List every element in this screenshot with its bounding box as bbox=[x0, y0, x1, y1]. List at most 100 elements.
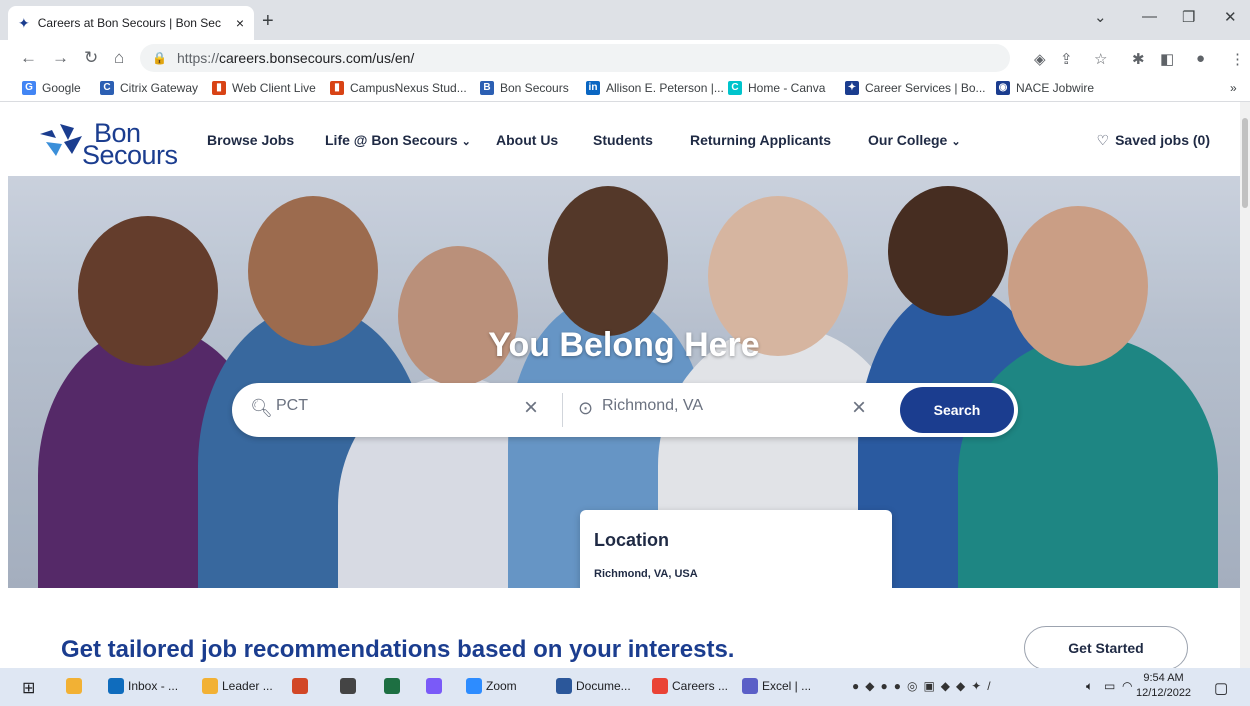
home-icon[interactable]: ⌂ bbox=[114, 48, 124, 68]
taskbar-app[interactable]: Leader ... bbox=[202, 678, 273, 694]
restore-icon[interactable]: ❐ bbox=[1182, 8, 1195, 26]
taskbar-app[interactable]: Excel | ... bbox=[742, 678, 811, 694]
taskbar-app[interactable]: Zoom bbox=[466, 678, 517, 694]
bookmark-item[interactable]: C Home - Canva bbox=[728, 81, 825, 95]
bookmark-item[interactable]: G Google bbox=[22, 81, 81, 95]
scrollbar-thumb[interactable] bbox=[1242, 118, 1248, 208]
taskbar-app[interactable]: Careers ... bbox=[652, 678, 728, 694]
google-icon: G bbox=[22, 81, 36, 95]
snip-icon bbox=[426, 678, 442, 694]
windows-start-icon[interactable]: ⊞ bbox=[22, 678, 35, 698]
citrix-icon: C bbox=[100, 81, 114, 95]
taskbar-app[interactable] bbox=[426, 678, 446, 694]
tab-careers[interactable]: ✦ Careers at Bon Secours | Bon Sec × bbox=[8, 6, 254, 40]
extension-icon[interactable]: ◈ bbox=[1034, 50, 1046, 68]
bookmark-item[interactable]: ▮ Web Client Live bbox=[212, 81, 316, 95]
share-icon[interactable]: ⇪ bbox=[1060, 50, 1073, 68]
powerpoint-icon bbox=[292, 678, 308, 694]
system-tray-icons[interactable]: ●◆●●◎▣◆◆✦/ bbox=[852, 679, 997, 693]
bookmark-label: CampusNexus Stud... bbox=[350, 81, 467, 95]
url-protocol: https:// bbox=[176, 50, 219, 66]
notifications-icon[interactable]: ▢ bbox=[1214, 679, 1228, 697]
mail-icon bbox=[202, 678, 218, 694]
location-input[interactable] bbox=[602, 397, 842, 415]
new-tab-button[interactable]: + bbox=[262, 10, 274, 33]
bookmark-item[interactable]: C Citrix Gateway bbox=[100, 81, 198, 95]
taskbar-app-label: Inbox - ... bbox=[128, 679, 179, 693]
taskbar-app[interactable]: Docume... bbox=[556, 678, 631, 694]
nace-icon: ◉ bbox=[996, 81, 1010, 95]
nav-item[interactable]: Students bbox=[593, 132, 653, 148]
nav-item[interactable]: About Us bbox=[496, 132, 558, 148]
side-panel-icon[interactable]: ◧ bbox=[1160, 50, 1174, 68]
reload-icon[interactable]: ↻ bbox=[84, 48, 98, 68]
taskbar-app[interactable] bbox=[340, 678, 360, 694]
teams-icon bbox=[742, 678, 758, 694]
close-window-icon[interactable]: ✕ bbox=[1224, 8, 1237, 26]
bookmark-item[interactable]: ✦ Career Services | Bo... bbox=[845, 81, 986, 95]
more-bookmarks-icon[interactable]: » bbox=[1230, 81, 1237, 95]
bonsecours-icon: ✦ bbox=[845, 81, 859, 95]
bookmark-item[interactable]: ▮ CampusNexus Stud... bbox=[330, 81, 467, 95]
bookmark-label: Home - Canva bbox=[748, 81, 826, 95]
clear-location-icon[interactable]: × bbox=[852, 394, 866, 422]
get-started-button[interactable]: Get Started bbox=[1024, 626, 1188, 668]
bookmark-label: Bon Secours bbox=[500, 81, 569, 95]
hero-banner: You Belong Here 🔍︎ × ⊙ × Search Location… bbox=[8, 176, 1240, 588]
lock-icon: 🔒 bbox=[152, 51, 167, 65]
volume-icon[interactable]: 🔈︎ bbox=[1086, 679, 1093, 694]
bonsecours-favicon-icon: ✦ bbox=[18, 14, 30, 31]
nav-item[interactable]: Life @ Bon Secours ⌄ bbox=[325, 132, 471, 148]
wifi-icon[interactable]: ◠ bbox=[1122, 679, 1132, 693]
nav-item-label: Returning Applicants bbox=[690, 132, 832, 148]
bookmark-label: NACE Jobwire bbox=[1016, 81, 1095, 95]
nav-item[interactable]: Browse Jobs bbox=[207, 132, 294, 148]
forward-icon[interactable]: → bbox=[52, 48, 69, 68]
heart-icon: ♡ bbox=[1096, 132, 1110, 148]
bookmark-label: Web Client Live bbox=[232, 81, 316, 95]
bars-icon: ▮ bbox=[330, 81, 344, 95]
tab-close-icon[interactable]: × bbox=[236, 15, 244, 31]
windows-taskbar: ⊞ Inbox - ... Leader ... Zoom Docume... Care… bbox=[0, 668, 1250, 706]
linkedin-icon: in bbox=[586, 81, 600, 95]
url-input[interactable]: 🔒 https:// careers.bonsecours.com/us/en/ bbox=[140, 44, 1010, 72]
outlook-icon bbox=[108, 678, 124, 694]
location-suggestion-item[interactable]: Richmond, VA, USA bbox=[594, 568, 698, 580]
suggestions-heading: Location bbox=[594, 530, 669, 550]
taskbar-app[interactable] bbox=[292, 678, 312, 694]
bookmark-star-icon[interactable]: ☆ bbox=[1094, 50, 1107, 68]
nav-item-label: About Us bbox=[496, 132, 559, 148]
file-explorer-icon bbox=[66, 678, 82, 694]
nav-item[interactable]: Our College ⌄ bbox=[868, 132, 961, 148]
extensions-puzzle-icon[interactable]: ✱ bbox=[1132, 50, 1145, 68]
clock-time: 9:54 AM bbox=[1143, 672, 1184, 684]
bookmark-item[interactable]: B Bon Secours bbox=[480, 81, 569, 95]
taskbar-app[interactable]: Inbox - ... bbox=[108, 678, 178, 694]
bookmark-item[interactable]: ◉ NACE Jobwire bbox=[996, 81, 1094, 95]
clock-date: 12/12/2022 bbox=[1136, 687, 1192, 699]
menu-kebab-icon[interactable]: ⋮ bbox=[1230, 50, 1245, 68]
tab-search-chevron-icon[interactable]: ⌄ bbox=[1094, 8, 1107, 26]
keyword-input[interactable] bbox=[276, 397, 516, 415]
taskbar-app[interactable] bbox=[66, 678, 86, 694]
hero-title: You Belong Here bbox=[488, 326, 760, 364]
address-bar-row: ← → ↻ ⌂ 🔒 https:// careers.bonsecours.co… bbox=[0, 40, 1250, 76]
back-icon[interactable]: ← bbox=[20, 48, 37, 68]
system-clock[interactable]: 9:54 AM 12/12/2022 bbox=[1136, 671, 1191, 701]
canva-icon: C bbox=[728, 81, 742, 95]
word-icon bbox=[556, 678, 572, 694]
minimize-icon[interactable]: — bbox=[1142, 8, 1157, 25]
taskbar-app[interactable] bbox=[384, 678, 404, 694]
chevron-down-icon: ⌄ bbox=[461, 136, 471, 148]
app-icon bbox=[340, 678, 356, 694]
bookmark-item[interactable]: in Allison E. Peterson |... bbox=[586, 81, 724, 95]
battery-icon[interactable]: ▭ bbox=[1104, 679, 1115, 693]
saved-jobs-link[interactable]: ♡ Saved jobs (0) bbox=[1097, 132, 1210, 149]
search-button[interactable]: Search bbox=[900, 387, 1014, 433]
tab-title: Careers at Bon Secours | Bon Sec bbox=[37, 16, 221, 30]
nav-item-label: Our College bbox=[868, 132, 948, 148]
nav-item[interactable]: Returning Applicants bbox=[690, 132, 831, 148]
clear-keyword-icon[interactable]: × bbox=[524, 394, 538, 422]
profile-avatar-icon[interactable]: ● bbox=[1196, 50, 1205, 67]
logo-wordmark[interactable]: Bon Secours bbox=[82, 120, 178, 169]
